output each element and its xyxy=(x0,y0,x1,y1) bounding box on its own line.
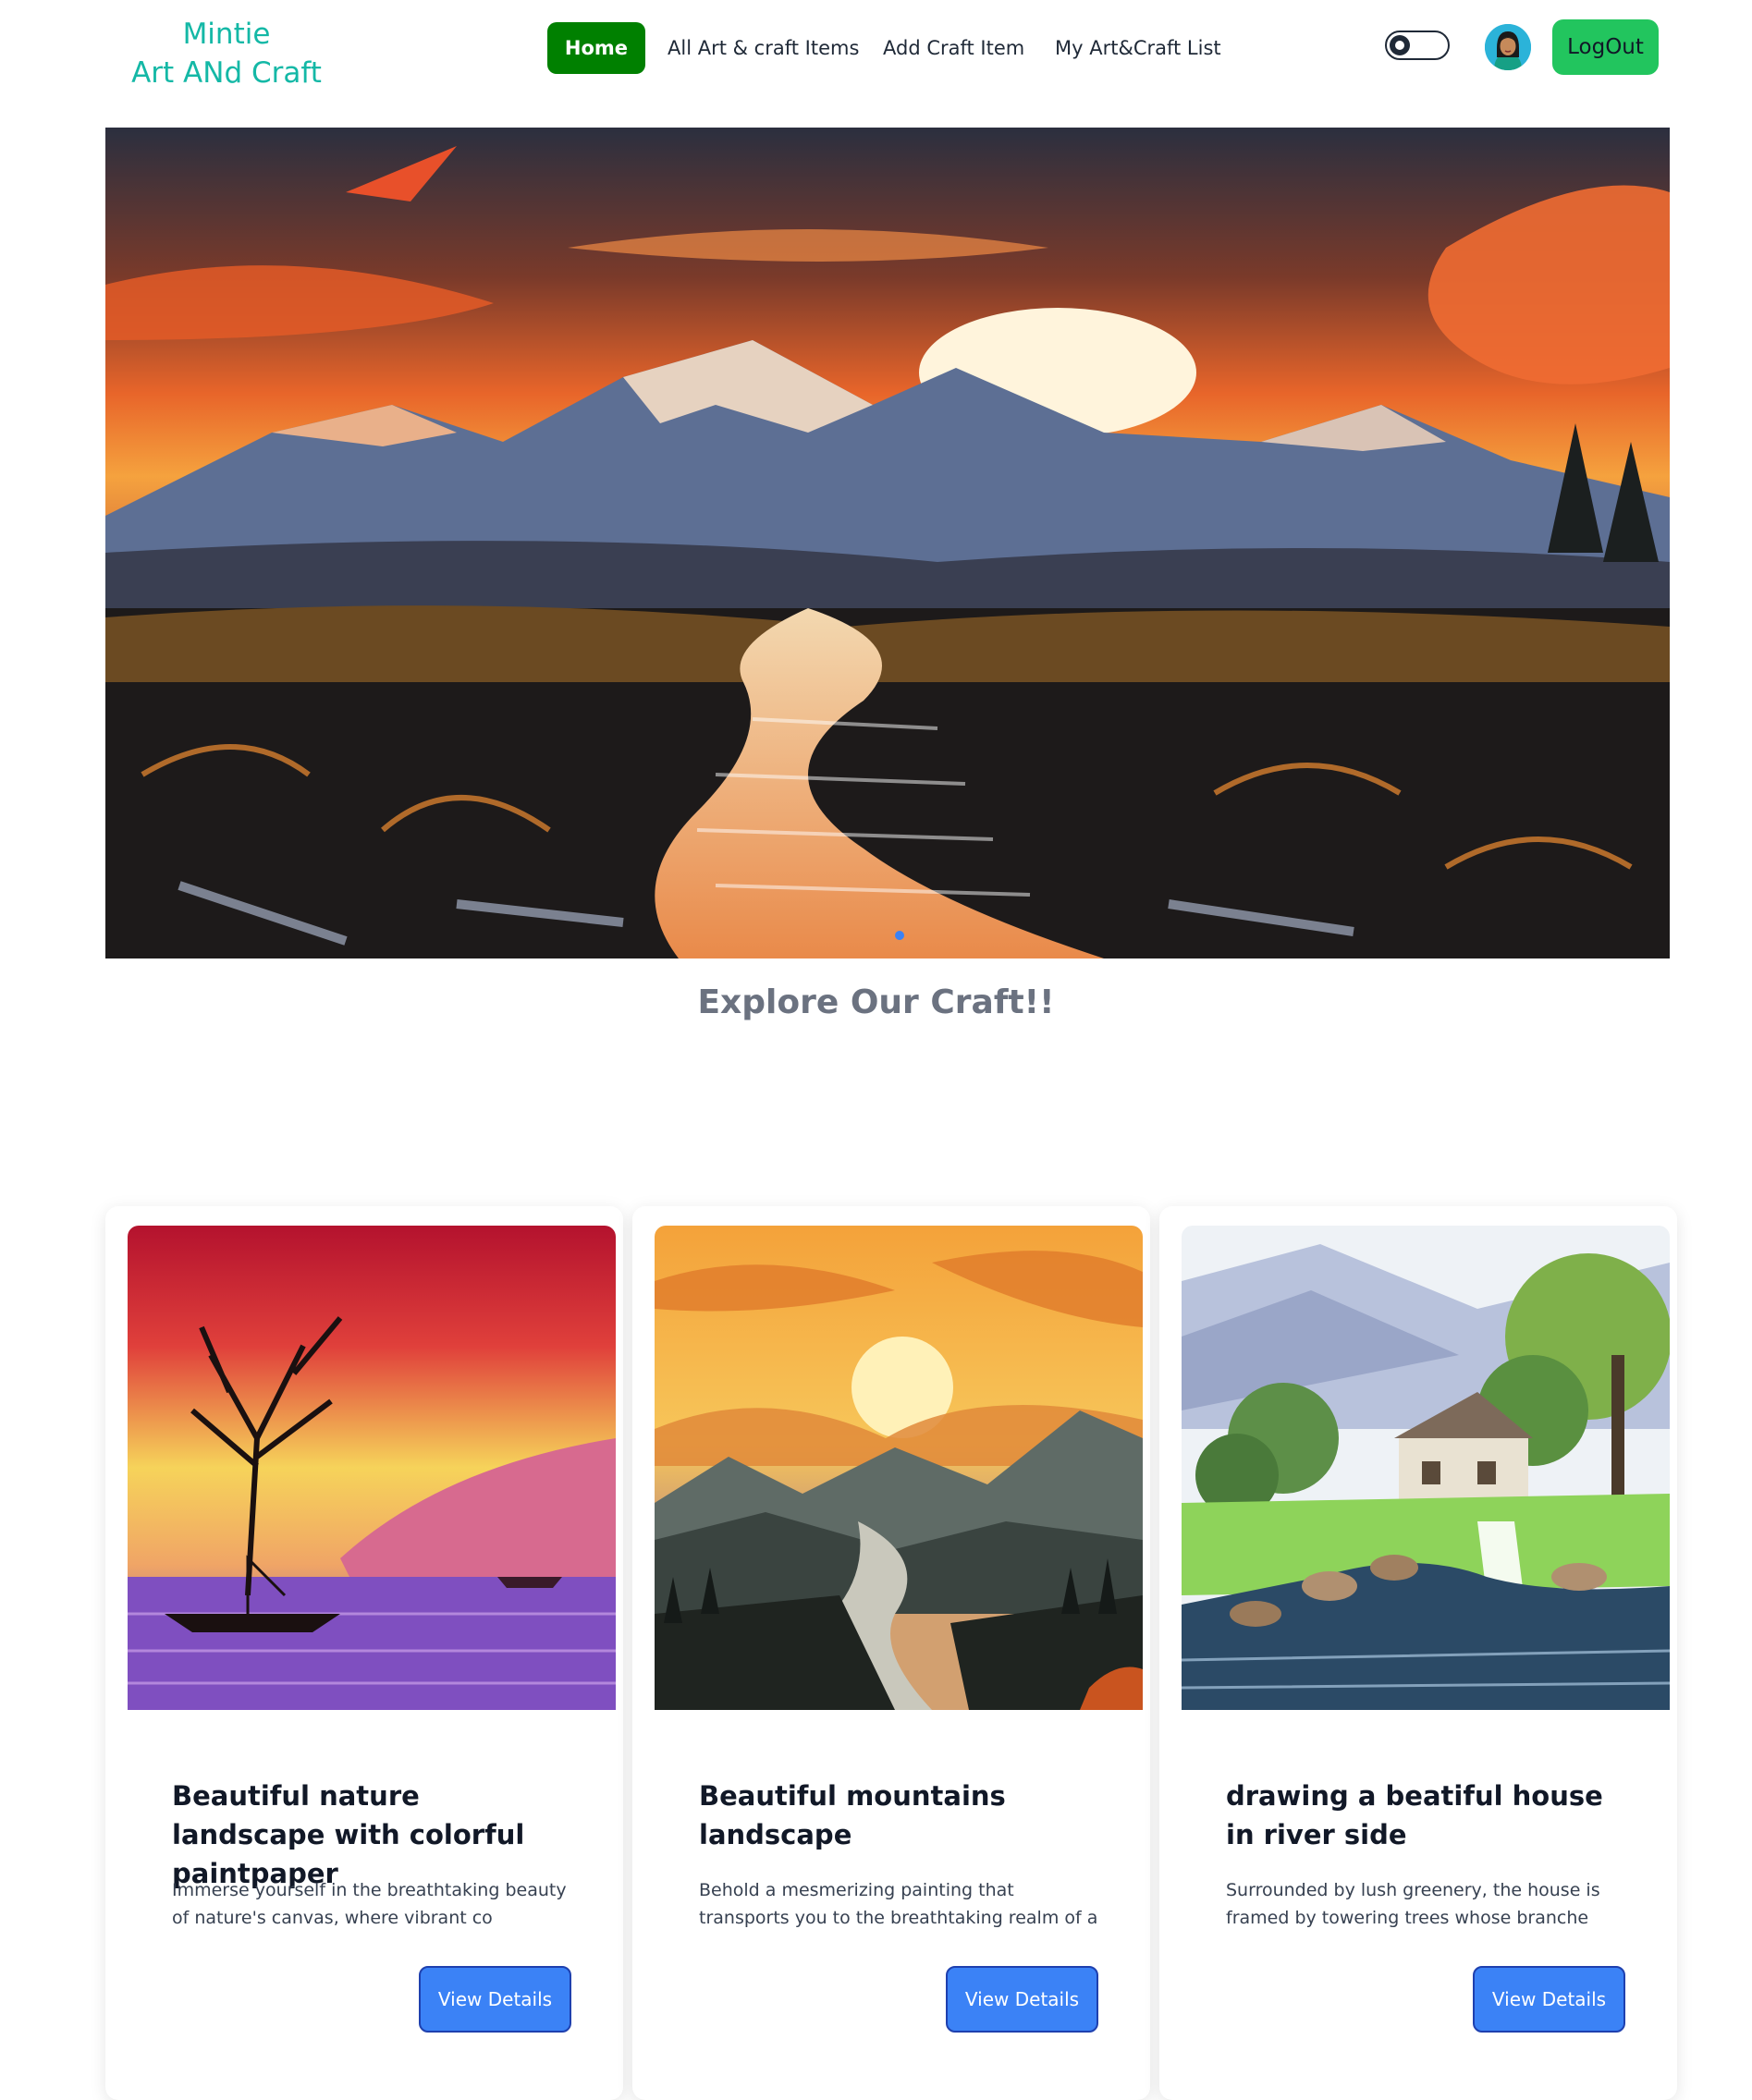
hero-banner-image xyxy=(105,128,1670,958)
view-details-button[interactable]: View Details xyxy=(946,1966,1098,2033)
view-details-button[interactable]: View Details xyxy=(419,1966,571,2033)
nav-my-art-craft-list[interactable]: My Art&Craft List xyxy=(1055,22,1221,74)
avatar-portrait-icon xyxy=(1485,24,1531,70)
logout-button[interactable]: LogOut xyxy=(1552,19,1659,75)
carousel-indicator-dot[interactable] xyxy=(895,931,904,940)
card-title: drawing a beatiful house in river side xyxy=(1226,1780,1603,1850)
card-title: Beautiful mountains landscape xyxy=(699,1780,1006,1850)
sun-icon xyxy=(1390,35,1410,55)
section-title: Explore Our Craft!! xyxy=(697,983,1055,1021)
card-image xyxy=(128,1226,616,1710)
craft-card: drawing a beatiful house in river side S… xyxy=(1159,1206,1677,2100)
brand-line-2: Art ANd Craft xyxy=(131,56,322,90)
craft-card: Beautiful nature landscape with colorful… xyxy=(105,1206,623,2100)
brand-line-1: Mintie xyxy=(182,18,271,51)
card-image xyxy=(655,1226,1143,1710)
user-avatar[interactable] xyxy=(1485,24,1531,70)
view-details-button[interactable]: View Details xyxy=(1473,1966,1625,2033)
card-description: Behold a mesmerizing painting that trans… xyxy=(699,1880,1098,1928)
nav-home[interactable]: Home xyxy=(547,22,645,74)
card-description: Surrounded by lush greenery, the house i… xyxy=(1226,1880,1600,1928)
nav-add-craft-item[interactable]: Add Craft Item xyxy=(883,22,1024,74)
craft-card: Beautiful mountains landscape Behold a m… xyxy=(632,1206,1150,2100)
brand-logo[interactable]: Mintie Art ANd Craft xyxy=(120,15,333,92)
nav-all-art-craft-items[interactable]: All Art & craft Items xyxy=(668,22,859,74)
card-description: Immerse yourself in the breathtaking bea… xyxy=(172,1880,567,1928)
card-image xyxy=(1182,1226,1670,1710)
theme-toggle[interactable] xyxy=(1385,31,1450,60)
